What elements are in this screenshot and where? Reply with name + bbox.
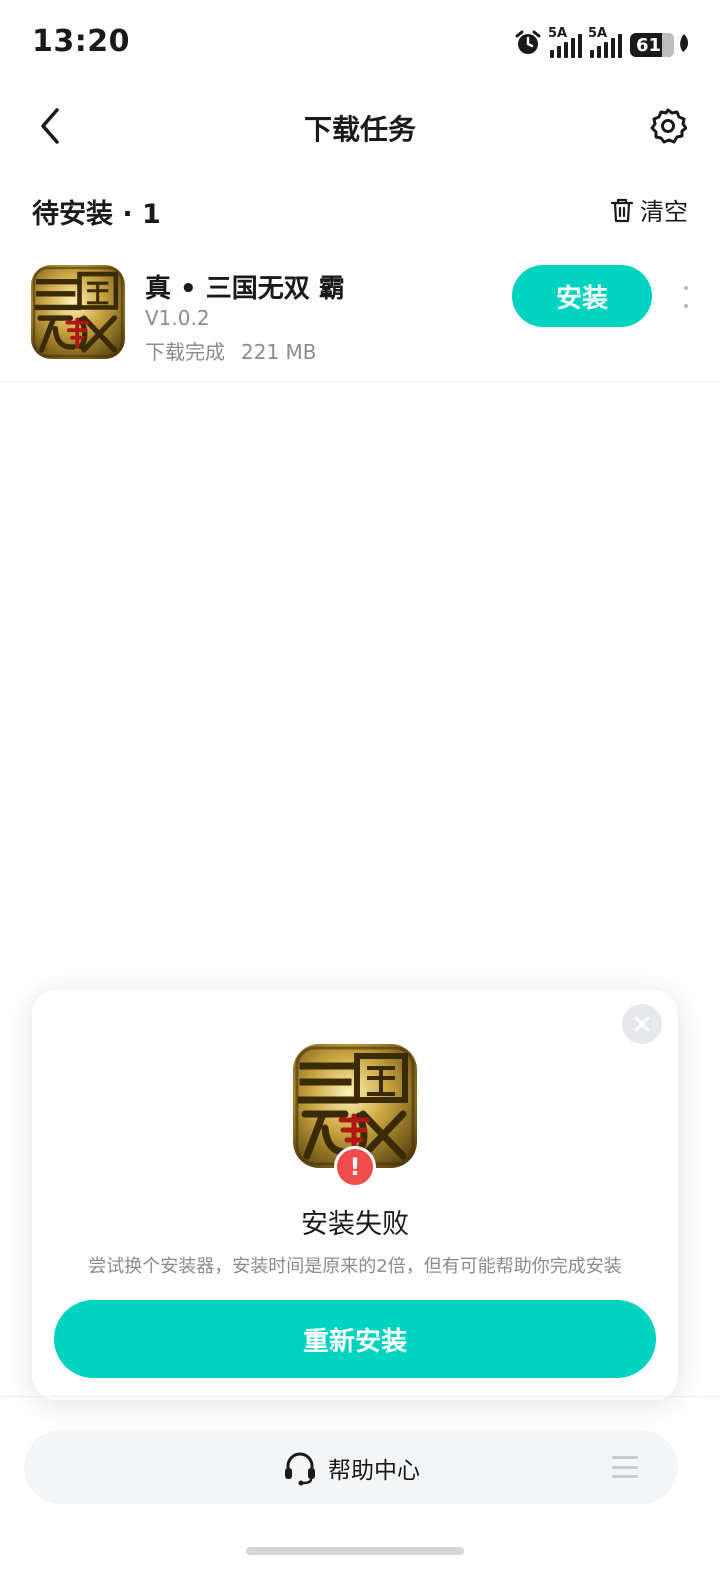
alarm-icon <box>514 29 542 61</box>
section-header: 待安装 · 1 清空 <box>32 188 688 232</box>
trash-icon <box>610 198 634 222</box>
app-size: 221 MB <box>241 340 317 364</box>
home-indicator[interactable] <box>246 1547 464 1555</box>
signal-1-icon: 5A <box>548 26 582 58</box>
clear-label: 清空 <box>640 198 688 226</box>
error-icon: ! <box>334 1146 376 1188</box>
help-center-label: 帮助中心 <box>328 1458 420 1484</box>
dot-icon <box>684 286 688 290</box>
gear-icon <box>650 108 687 144</box>
install-failed-dialog: ! 安装失败 尝试换个安装器，安装时间是原来的2倍，但有可能帮助你完成安装 重新… <box>32 990 678 1400</box>
signal-1-label: 5A <box>548 26 568 41</box>
headset-icon <box>285 1452 315 1486</box>
help-bar: 帮助中心 <box>24 1430 678 1504</box>
close-button[interactable] <box>622 1004 662 1044</box>
status-bar: 13:20 5A 5A 61 <box>0 0 720 88</box>
dialog-description: 尝试换个安装器，安装时间是原来的2倍，但有可能帮助你完成安装 <box>88 1256 622 1277</box>
app-name: 真 • 三国无双 霸 <box>145 274 345 304</box>
reinstall-button[interactable]: 重新安装 <box>54 1300 656 1378</box>
install-button[interactable]: 安装 <box>512 265 652 327</box>
signal-2-icon: 5A <box>588 26 622 58</box>
section-title: 待安装 · 1 <box>32 199 161 230</box>
settings-button[interactable] <box>646 104 690 148</box>
signal-2-label: 5A <box>588 26 608 41</box>
app-version: V1.0.2 <box>145 306 210 330</box>
bottom-divider <box>0 1396 720 1397</box>
status-time: 13:20 <box>32 24 130 59</box>
app-download-info: 下载完成 221 MB <box>145 336 317 365</box>
dot-icon <box>684 304 688 308</box>
dialog-title: 安装失败 <box>301 1209 409 1240</box>
clear-button[interactable]: 清空 <box>610 192 688 227</box>
more-options-button[interactable] <box>678 282 694 312</box>
app-status: 下载完成 <box>145 340 225 364</box>
app-row[interactable]: 真 • 三国无双 霸 V1.0.2 下载完成 221 MB 安装 <box>0 262 720 382</box>
header: 下载任务 <box>0 88 720 164</box>
page-title: 下载任务 <box>303 113 416 146</box>
help-center-button[interactable]: 帮助中心 <box>24 1450 678 1486</box>
app-icon <box>31 265 125 359</box>
battery-icon: 61 <box>630 33 690 57</box>
status-icons: 5A 5A 61 <box>514 26 690 62</box>
menu-icon[interactable] <box>612 1456 638 1478</box>
leaf-icon <box>678 33 690 57</box>
close-icon <box>634 1016 650 1032</box>
battery-level: 61 <box>636 34 662 56</box>
